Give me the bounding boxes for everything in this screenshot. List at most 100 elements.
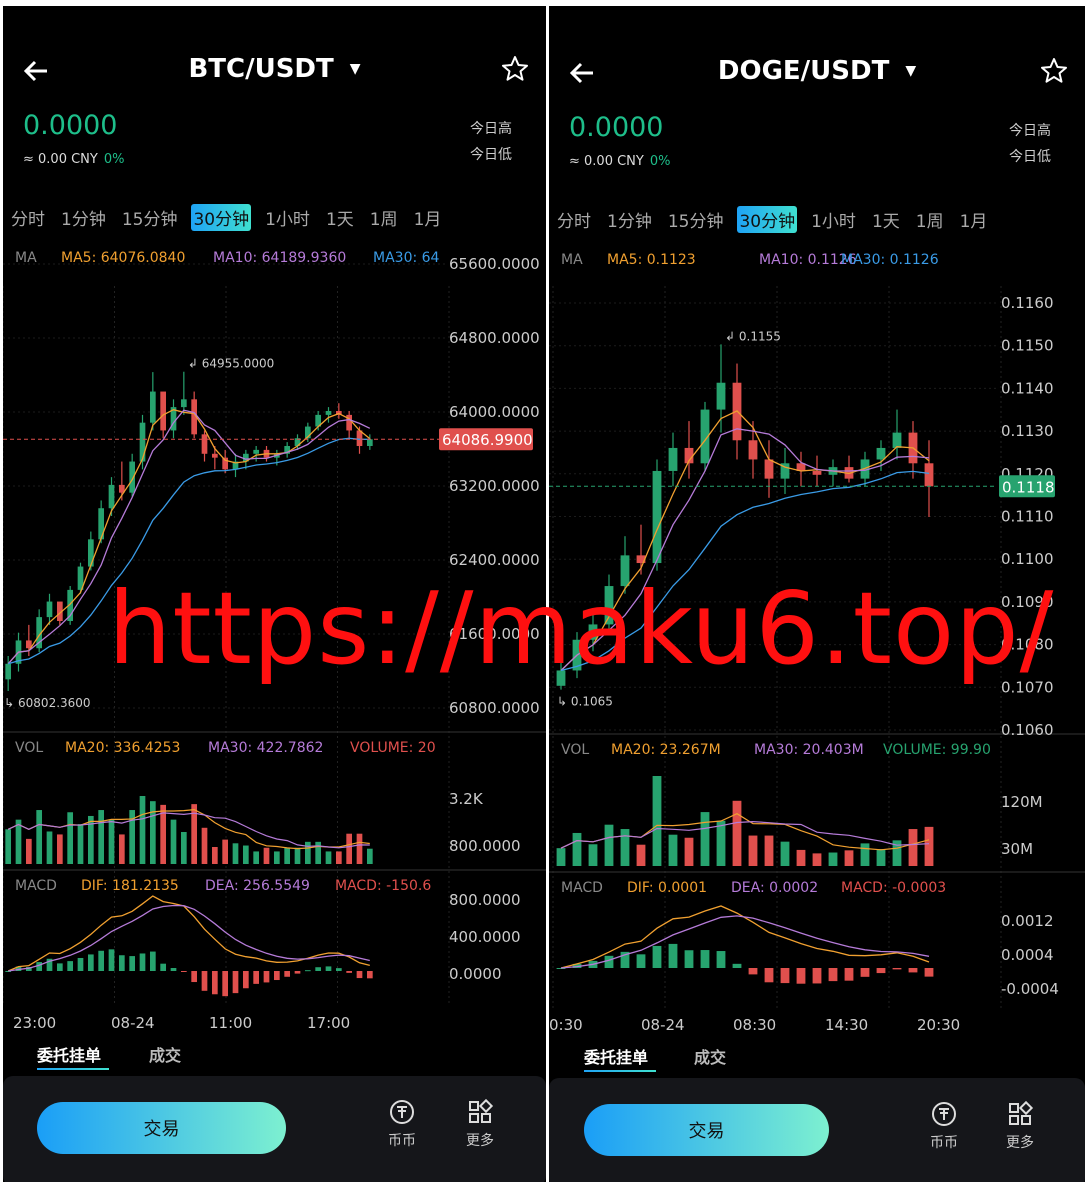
macd-histogram-bar (356, 971, 363, 979)
tab-orders[interactable]: 委托挂单 (584, 1044, 648, 1068)
macd-histogram-bar (170, 968, 177, 971)
macd-axis-label: 0.0012 (1001, 912, 1054, 930)
tab-orders[interactable]: 委托挂单 (37, 1042, 101, 1066)
coin-button[interactable]: 币币 (919, 1100, 969, 1152)
macd-histogram-bar (87, 954, 94, 971)
price-axis-label: 64800.0000 (449, 329, 540, 347)
price-axis-label: 0.1130 (1001, 422, 1054, 440)
macd-histogram-bar (700, 950, 710, 968)
low-price-marker: ↳ 60802.3600 (4, 696, 90, 710)
candle-body (620, 555, 630, 587)
macd-histogram-bar (325, 966, 332, 971)
kline-chart[interactable]: 65600.0000 64800.0000 64000.0000 63200.0000… (3, 6, 546, 1036)
volume-bar (732, 800, 742, 866)
price-axis-label: 0.1150 (1001, 337, 1054, 355)
macd-histogram-bar (242, 971, 249, 989)
coin-button[interactable]: 币币 (377, 1098, 427, 1150)
volume-bar (242, 845, 249, 864)
more-button[interactable]: 更多 (995, 1100, 1045, 1152)
volume-bar (46, 831, 53, 864)
tether-coin-icon (390, 1100, 414, 1124)
macd-value: MACD: -0.0003 (841, 880, 946, 896)
vol-axis-label: 120M (1001, 793, 1043, 811)
coin-label: 币币 (930, 1135, 958, 1151)
volume-value: VOLUME: 20 (350, 740, 436, 756)
volume-bar (294, 847, 301, 864)
vol-ma30-value: MA30: 20.403M (754, 742, 864, 758)
ma-label: MA (15, 250, 37, 266)
volume-bar (139, 796, 146, 864)
high-price-marker: ↲ 0.1155 (725, 329, 781, 343)
volume-bar (315, 841, 322, 864)
volume-bar (222, 839, 229, 864)
tab-trades[interactable]: 成交 (149, 1042, 181, 1066)
candle-body (211, 453, 218, 458)
candle-body (108, 484, 115, 509)
volume-bar (180, 831, 187, 864)
candle-body (139, 422, 146, 462)
macd-histogram-bar (876, 968, 886, 974)
macd-histogram-bar (180, 971, 187, 972)
more-label: 更多 (1006, 1135, 1034, 1151)
macd-histogram-bar (860, 968, 870, 977)
volume-bar (5, 829, 12, 864)
ma30-line (8, 437, 370, 665)
macd-histogram-bar (828, 968, 838, 982)
candle-body (588, 624, 598, 640)
time-axis-label: 08-24 (111, 1014, 155, 1032)
macd-histogram-bar (98, 950, 105, 971)
candle-body (160, 391, 167, 431)
time-axis-label: 14:30 (825, 1016, 868, 1034)
active-tab-underline (37, 1068, 109, 1070)
macd-histogram-bar (77, 957, 84, 971)
low-price-marker: ↳ 0.1065 (557, 695, 613, 709)
ma30-line (560, 470, 930, 672)
ma5-value: MA5: 64076.0840 (61, 250, 185, 266)
current-price-tag: 0.1118 (1002, 478, 1055, 496)
volume-bar (604, 824, 614, 866)
macd-axis-label: -0.0004 (1001, 980, 1059, 998)
volume-bar (98, 810, 105, 864)
macd-histogram-bar (139, 953, 146, 971)
kline-chart[interactable]: 0.11600.11500.11400.11300.11200.11100.11… (549, 6, 1085, 1036)
price-axis-label: 0.1160 (1001, 294, 1054, 312)
price-axis-label: 0.1080 (1001, 636, 1054, 654)
macd-histogram-bar (335, 968, 342, 971)
macd-histogram-bar (201, 971, 208, 991)
tether-coin-icon (932, 1102, 956, 1126)
candle-body (876, 447, 886, 460)
macd-histogram-bar (346, 971, 353, 973)
volume-bar (201, 827, 208, 864)
btc-screen: BTC/USDT ▼ 0.0000 ≈ 0.00 CNY 0% 今日高 今日低 分时… (3, 6, 546, 1182)
candle-body (325, 411, 332, 415)
volume-bar (273, 851, 280, 864)
trade-button[interactable]: 交易 (37, 1102, 286, 1154)
macd-histogram-bar (211, 971, 218, 995)
macd-histogram-bar (232, 971, 239, 994)
vol-axis-label: 3.2K (449, 790, 484, 808)
dea-value: DEA: 256.5549 (205, 878, 310, 894)
price-axis-label: 63200.0000 (449, 477, 540, 495)
volume-bar (325, 851, 332, 864)
volume-bar (56, 834, 63, 864)
volume-bar (108, 819, 115, 864)
more-button[interactable]: 更多 (455, 1098, 505, 1150)
macd-label: MACD (561, 880, 603, 896)
time-axis-label: 20:30 (917, 1016, 960, 1034)
macd-histogram-bar (129, 956, 136, 971)
volume-bar (860, 843, 870, 866)
candle-body (5, 663, 12, 680)
volume-bar (556, 848, 566, 866)
volume-bar (149, 801, 156, 864)
macd-histogram-bar (108, 949, 115, 971)
price-axis-label: 0.1110 (1001, 508, 1054, 526)
time-axis-label: 08-24 (641, 1016, 685, 1034)
macd-histogram-bar (284, 971, 291, 977)
macd-histogram-bar (56, 963, 63, 971)
ma5-line (7, 409, 371, 665)
volume-bar (15, 819, 22, 864)
ma30-value: MA30: 0.1126 (841, 252, 939, 268)
tab-trades[interactable]: 成交 (694, 1044, 726, 1068)
ma-label: MA (561, 252, 583, 268)
trade-button[interactable]: 交易 (584, 1104, 829, 1156)
